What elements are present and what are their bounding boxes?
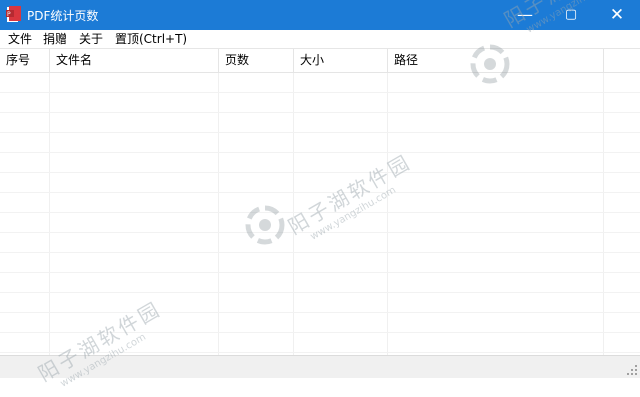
grid-line [0, 332, 640, 333]
grid-line [0, 132, 640, 133]
column-header-size[interactable]: 大小 [294, 49, 388, 72]
watermark-logo-icon [245, 205, 285, 245]
resize-grip-icon[interactable] [626, 364, 638, 376]
grid-line [0, 92, 640, 93]
title-bar[interactable]: P PDF统计页数 — ▢ ✕ [0, 0, 640, 30]
column-header-pages[interactable]: 页数 [219, 49, 294, 72]
grid-line [0, 252, 640, 253]
menu-pin-on-top[interactable]: 置顶(Ctrl+T) [115, 31, 187, 47]
grid-line [0, 172, 640, 173]
grid-line [0, 212, 640, 213]
table-header: 序号 文件名 页数 大小 路径 [0, 49, 640, 73]
pdf-app-icon: P [6, 6, 21, 23]
minimize-button[interactable]: — [502, 0, 548, 30]
watermark-logo-icon [470, 44, 510, 84]
menu-about[interactable]: 关于 [79, 31, 103, 47]
grid-line [0, 152, 640, 153]
grid-line [0, 192, 640, 193]
menu-bar: 文件 捐赠 关于 置顶(Ctrl+T) [0, 30, 640, 49]
app-window: P PDF统计页数 — ▢ ✕ 文件 捐赠 关于 置顶(Ctrl+T) 序号 文… [0, 0, 640, 390]
grid-line [0, 112, 640, 113]
menu-file[interactable]: 文件 [8, 31, 32, 47]
grid-line [0, 352, 640, 353]
menu-donate[interactable]: 捐赠 [43, 31, 67, 47]
column-header-index[interactable]: 序号 [0, 49, 50, 72]
maximize-button[interactable]: ▢ [548, 0, 594, 30]
grid-line [0, 292, 640, 293]
status-bar [0, 355, 640, 378]
window-title: PDF统计页数 [27, 9, 99, 23]
grid-line [0, 272, 640, 273]
file-list-table[interactable]: 序号 文件名 页数 大小 路径 [0, 49, 640, 355]
svg-text:P: P [7, 11, 11, 18]
grid-line [0, 312, 640, 313]
grid-line [0, 232, 640, 233]
close-button[interactable]: ✕ [594, 0, 640, 30]
column-header-filename[interactable]: 文件名 [50, 49, 219, 72]
